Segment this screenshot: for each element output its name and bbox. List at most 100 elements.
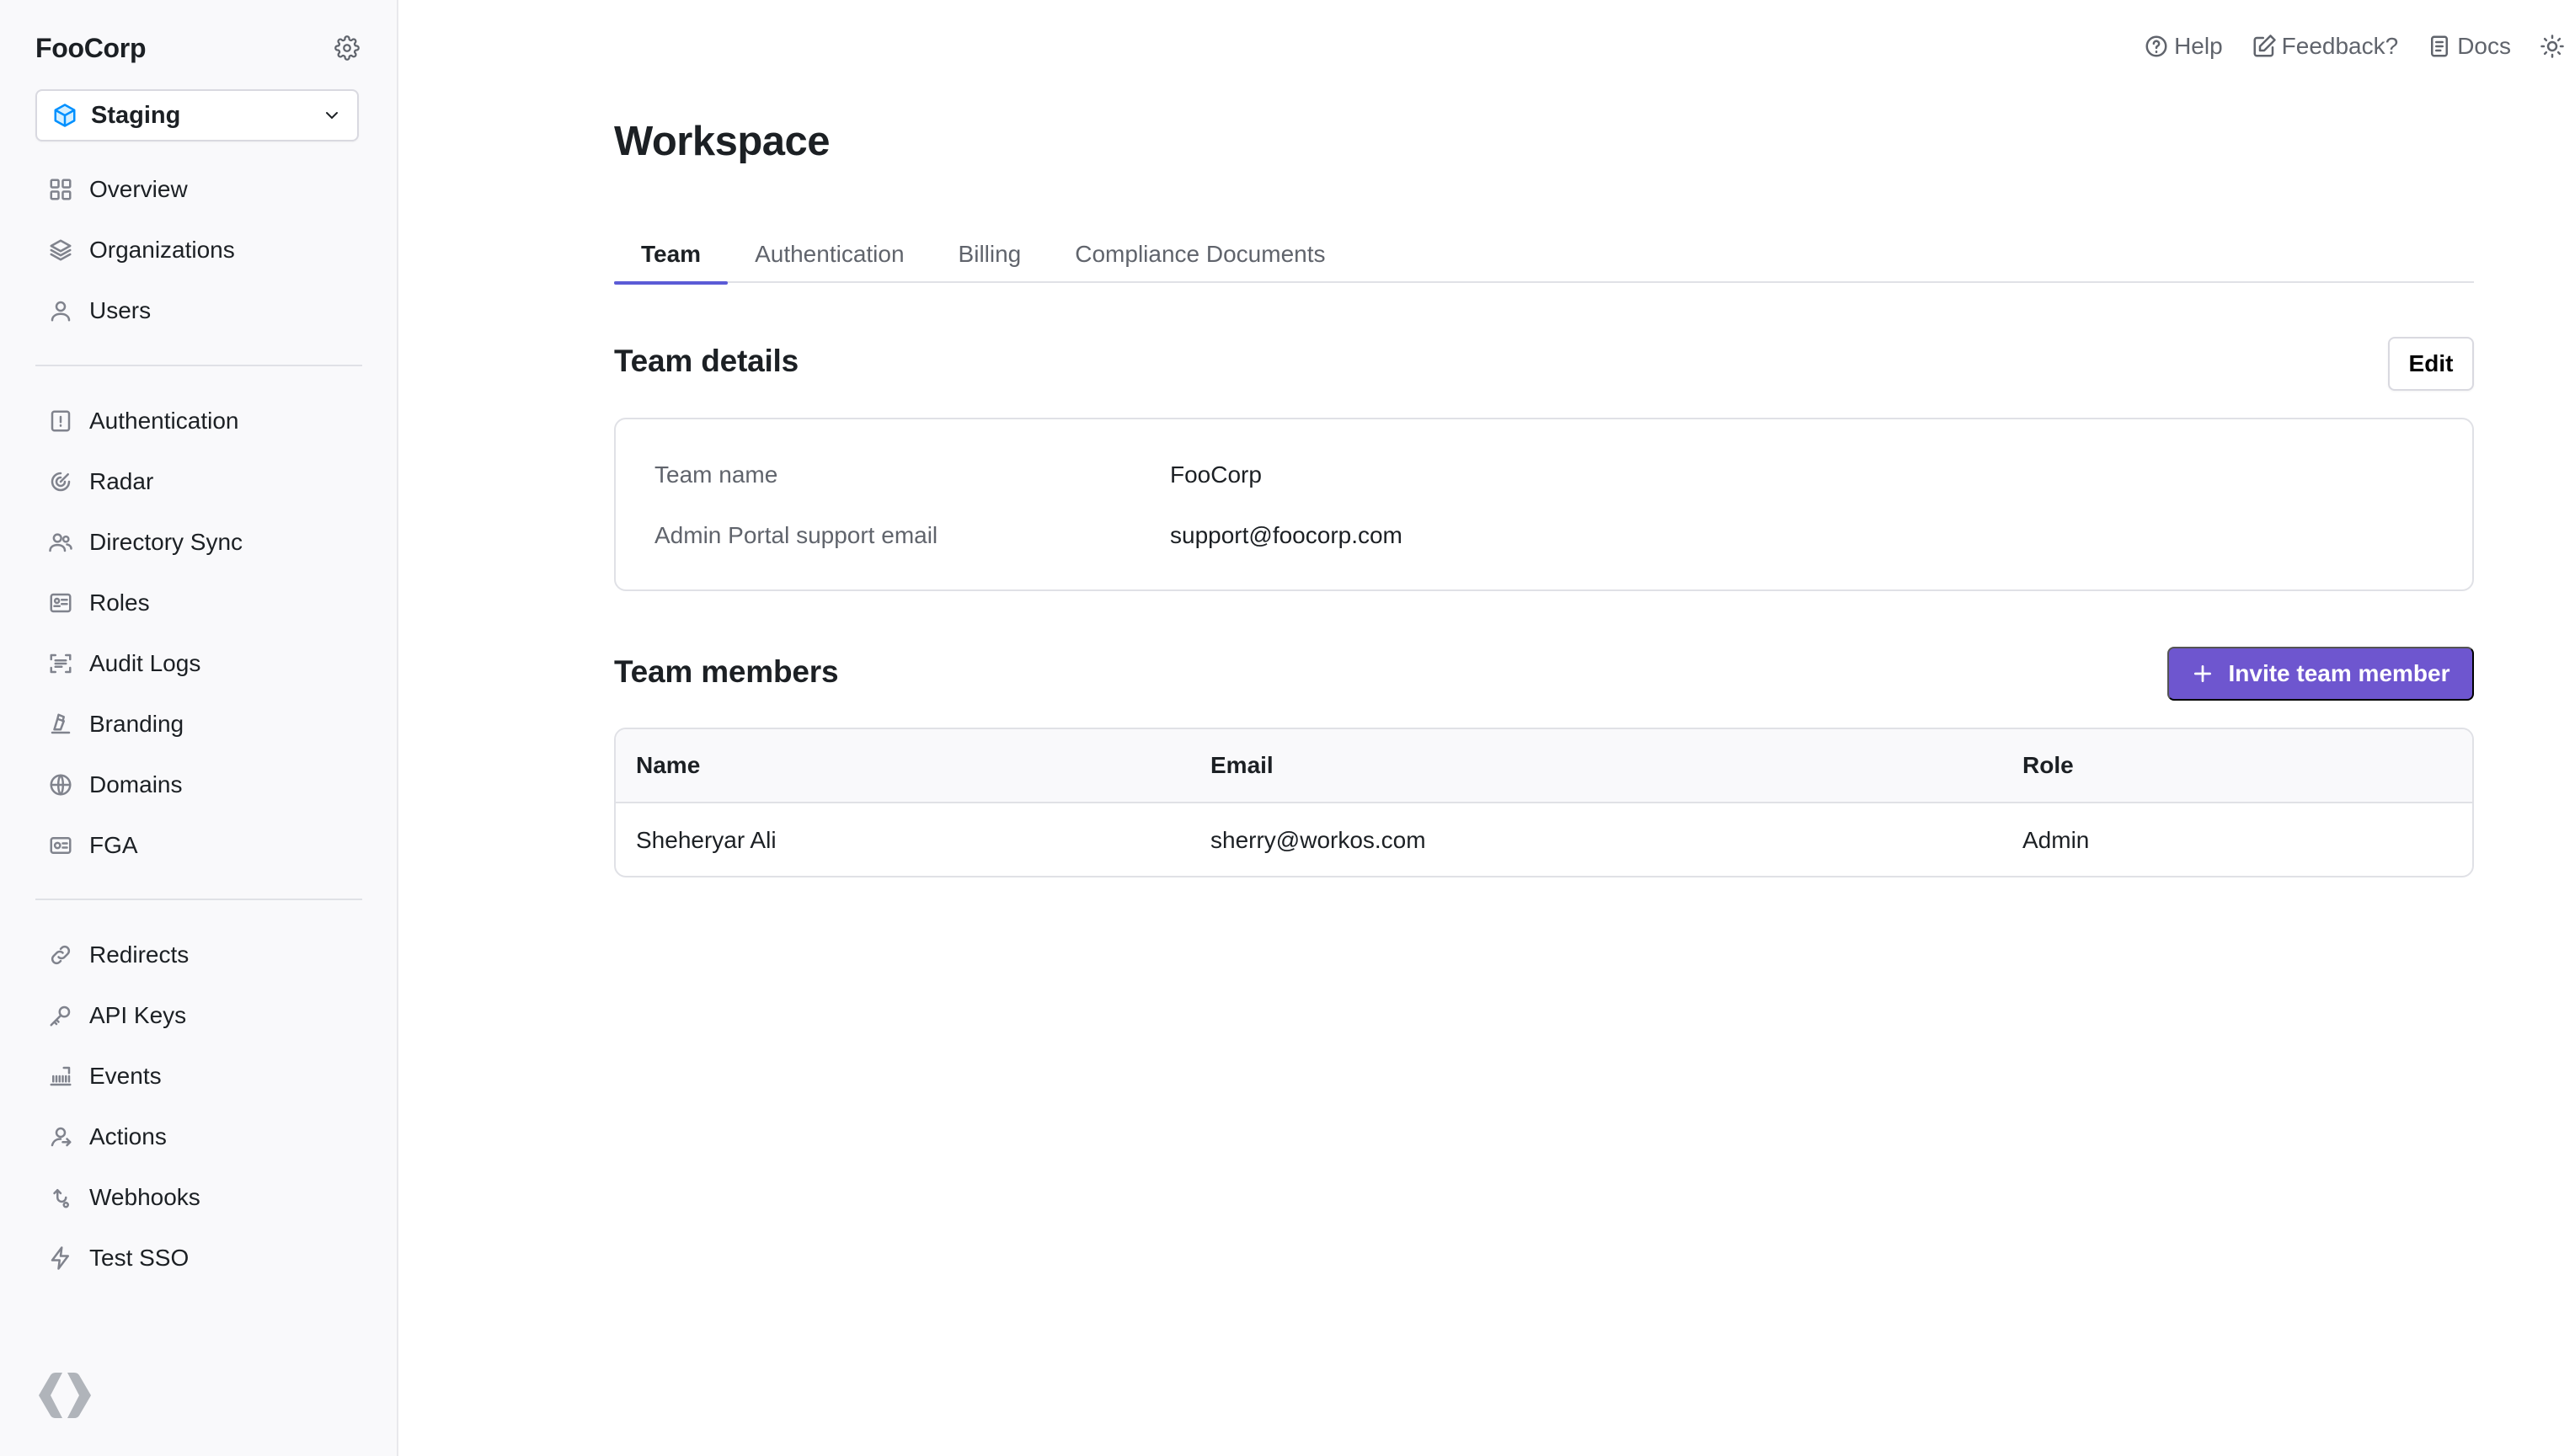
sidebar-item-label: Events	[89, 1063, 162, 1089]
grid-icon	[50, 179, 72, 200]
detail-row-support-email: Admin Portal support email support@fooco…	[654, 522, 1402, 549]
help-label: Help	[2174, 33, 2223, 59]
workos-logo-icon	[39, 1373, 91, 1418]
sidebar-item-organizations[interactable]: Organizations	[35, 220, 362, 280]
layers-icon	[50, 239, 72, 261]
sidebar-item-fga[interactable]: FGA	[35, 815, 362, 876]
sidebar-item-label: Actions	[89, 1123, 167, 1149]
sidebar-item-branding[interactable]: Branding	[35, 694, 362, 755]
member-role: Admin	[2022, 827, 2090, 853]
sidebar-item-users[interactable]: Users	[35, 280, 362, 341]
radar-icon	[51, 472, 71, 492]
sidebar-item-audit-logs[interactable]: Audit Logs	[35, 633, 362, 694]
tab-billing[interactable]: Billing	[932, 226, 1049, 283]
detail-label: Team name	[654, 461, 778, 488]
sidebar-item-directory-sync[interactable]: Directory Sync	[35, 512, 362, 573]
sidebar-item-overview[interactable]: Overview	[35, 159, 362, 220]
lightning-icon	[51, 1246, 69, 1270]
sidebar-item-actions[interactable]: Actions	[35, 1107, 362, 1167]
link-icon	[51, 945, 71, 965]
team-members-table: Name Email Role Sheheryar Ali sherry@wor…	[614, 728, 2474, 877]
team-details-title: Team details	[614, 344, 799, 378]
nav-developer: Redirects API Keys Events Actions Webhoo…	[35, 925, 362, 1288]
chevron-down-icon	[326, 112, 338, 120]
sidebar-item-test-sso[interactable]: Test SSO	[35, 1228, 362, 1288]
sidebar-divider	[35, 365, 362, 366]
feedback-link[interactable]: Feedback?	[2252, 33, 2398, 60]
sidebar-item-label: Redirects	[89, 941, 190, 968]
tab-bar: Team Authentication Billing Compliance D…	[614, 226, 2474, 285]
sidebar-item-label: Branding	[89, 711, 184, 737]
sidebar-item-webhooks[interactable]: Webhooks	[35, 1167, 362, 1228]
column-header-role: Role	[2022, 752, 2074, 778]
detail-label: Admin Portal support email	[654, 522, 938, 548]
docs-label: Docs	[2457, 33, 2511, 59]
invite-label: Invite team member	[2228, 660, 2450, 686]
tab-team[interactable]: Team	[614, 226, 729, 285]
help-link[interactable]: Help	[2144, 33, 2223, 60]
nav-primary: Overview Organizations Users	[35, 159, 362, 341]
member-email: sherry@workos.com	[1210, 827, 1426, 853]
sidebar-item-authentication[interactable]: Authentication	[35, 391, 362, 451]
edit-icon	[2253, 35, 2276, 57]
id-card-icon	[50, 593, 72, 613]
detail-row-team-name: Team name FooCorp	[654, 461, 1262, 488]
sidebar-item-label: FGA	[89, 832, 138, 858]
sidebar: FooCorp Staging Overview Organizations U…	[0, 0, 398, 1456]
column-header-email: Email	[1210, 752, 1274, 778]
sidebar-item-label: Radar	[89, 468, 154, 494]
actions-icon	[51, 1127, 72, 1147]
users-sync-icon	[49, 533, 72, 552]
tab-authentication[interactable]: Authentication	[728, 226, 931, 283]
settings-button[interactable]	[332, 33, 362, 63]
detail-value: support@foocorp.com	[1170, 522, 1402, 548]
page-title: Workspace	[614, 119, 831, 164]
theme-toggle[interactable]	[2540, 34, 2570, 59]
docs-link[interactable]: Docs	[2427, 33, 2511, 60]
edit-button[interactable]: Edit	[2388, 337, 2474, 391]
team-members-title: Team members	[614, 654, 839, 689]
sidebar-item-events[interactable]: Events	[35, 1046, 362, 1107]
member-name: Sheheryar Ali	[636, 827, 777, 853]
events-icon	[50, 1066, 72, 1086]
sidebar-item-label: Test SSO	[89, 1245, 190, 1271]
sidebar-item-label: Users	[89, 297, 152, 323]
globe-icon	[50, 774, 72, 796]
sidebar-item-domains[interactable]: Domains	[35, 755, 362, 815]
tab-compliance-documents[interactable]: Compliance Documents	[1048, 226, 1352, 283]
key-icon	[50, 1005, 71, 1027]
document-icon	[2431, 35, 2449, 57]
sidebar-item-api-keys[interactable]: API Keys	[35, 985, 362, 1046]
sidebar-item-label: Organizations	[89, 237, 235, 263]
invite-team-member-button[interactable]: Invite team member	[2167, 647, 2474, 701]
nav-products: Authentication Radar Directory Sync Role…	[35, 391, 362, 876]
sidebar-item-label: Roles	[89, 589, 150, 616]
cube-icon	[54, 104, 76, 127]
brush-icon	[51, 713, 71, 734]
plus-icon	[2193, 664, 2211, 683]
sidebar-divider	[35, 899, 362, 900]
scan-icon	[50, 653, 72, 674]
sidebar-item-radar[interactable]: Radar	[35, 451, 362, 512]
sidebar-item-label: Audit Logs	[89, 650, 201, 676]
column-header-name: Name	[636, 752, 701, 778]
sidebar-item-label: Domains	[89, 771, 183, 797]
sidebar-item-label: Authentication	[89, 408, 239, 434]
ticket-icon	[50, 837, 72, 854]
sidebar-item-roles[interactable]: Roles	[35, 573, 362, 633]
workspace-name: FooCorp	[35, 32, 147, 63]
sidebar-item-label: Overview	[89, 176, 188, 202]
table-row[interactable]: Sheheryar Ali sherry@workos.com Admin	[616, 803, 2472, 876]
help-circle-icon	[2145, 35, 2167, 57]
environment-select[interactable]: Staging	[35, 89, 359, 141]
sidebar-item-label: Webhooks	[89, 1184, 200, 1210]
user-icon	[51, 301, 71, 322]
table-header: Name Email Role	[616, 729, 2472, 803]
detail-value: FooCorp	[1170, 461, 1262, 488]
team-details-card: Team name FooCorp Admin Portal support e…	[614, 418, 2474, 591]
top-bar: Help Feedback? Docs	[2144, 25, 2575, 67]
sidebar-item-label: API Keys	[89, 1002, 187, 1028]
sidebar-item-label: Directory Sync	[89, 529, 243, 555]
webhook-icon	[53, 1189, 69, 1208]
sidebar-item-redirects[interactable]: Redirects	[35, 925, 362, 985]
